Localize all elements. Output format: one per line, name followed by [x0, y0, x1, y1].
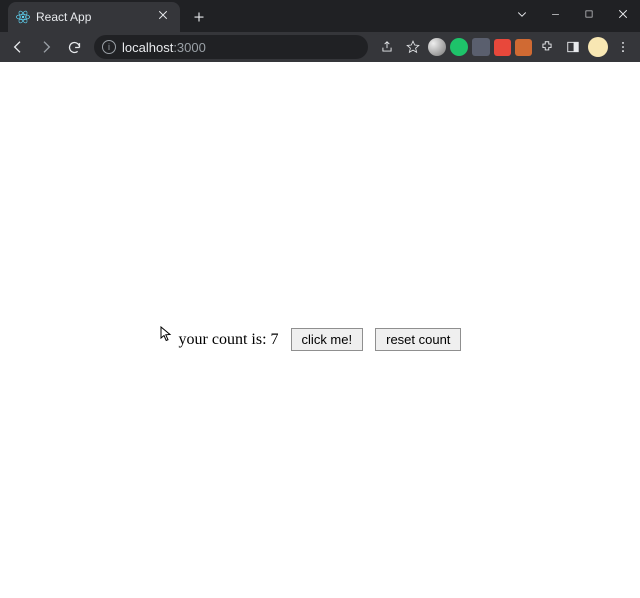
extension-icon[interactable] [494, 39, 511, 56]
tab-close-icon[interactable] [158, 10, 172, 24]
browser-toolbar: i localhost:3000 [0, 32, 640, 62]
address-bar[interactable]: i localhost:3000 [94, 35, 368, 59]
nav-forward-icon[interactable] [34, 35, 58, 59]
window-controls [506, 0, 640, 28]
page-viewport: your count is: 7 click me! reset count [0, 62, 640, 598]
window-close-icon[interactable] [606, 0, 640, 28]
extensions-puzzle-icon[interactable] [536, 36, 558, 58]
url-text: localhost:3000 [122, 40, 206, 55]
nav-reload-icon[interactable] [62, 35, 86, 59]
reset-count-button[interactable]: reset count [375, 328, 461, 351]
side-panel-icon[interactable] [562, 36, 584, 58]
kebab-menu-icon[interactable] [612, 36, 634, 58]
extension-icon[interactable] [428, 38, 446, 56]
extension-icon[interactable] [472, 38, 490, 56]
tab-title: React App [36, 10, 152, 24]
react-favicon-icon [16, 10, 30, 24]
counter-app-row: your count is: 7 click me! reset count [0, 328, 640, 351]
extension-icon[interactable] [515, 39, 532, 56]
profile-avatar[interactable] [588, 37, 608, 57]
site-info-icon[interactable]: i [102, 40, 116, 54]
window-minimize-icon[interactable] [538, 0, 572, 28]
bookmark-star-icon[interactable] [402, 36, 424, 58]
url-host: localhost [122, 40, 173, 55]
tab-search-icon[interactable] [506, 0, 538, 28]
window-maximize-icon[interactable] [572, 0, 606, 28]
browser-tab[interactable]: React App [8, 2, 180, 32]
count-display: your count is: 7 [179, 331, 279, 349]
extension-icon[interactable] [450, 38, 468, 56]
count-label: your count is: [179, 331, 271, 348]
browser-chrome: React App i localhost:3000 [0, 0, 640, 62]
tab-strip: React App [0, 0, 640, 32]
share-icon[interactable] [376, 36, 398, 58]
count-value: 7 [271, 331, 279, 348]
url-port: :3000 [173, 40, 206, 55]
new-tab-button[interactable] [186, 4, 212, 30]
click-me-button[interactable]: click me! [291, 328, 364, 351]
nav-back-icon[interactable] [6, 35, 30, 59]
